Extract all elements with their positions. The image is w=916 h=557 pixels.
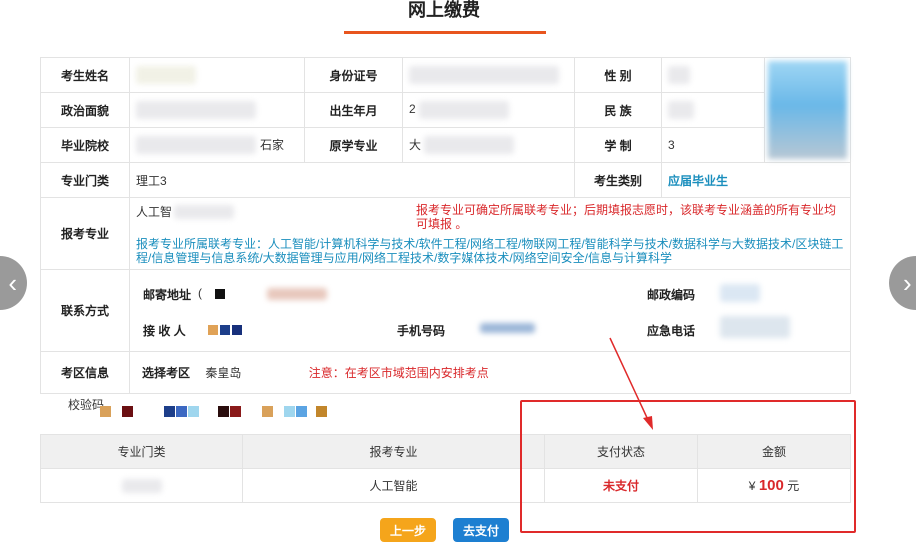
category-value: 理工3: [129, 162, 575, 198]
emergency-value: [720, 316, 790, 338]
contact-cell: 邮寄地址 ( 邮政编码 接 收 人 手机号码 应急电话: [129, 269, 851, 352]
orig-major-label: 原学专业: [304, 127, 403, 163]
apply-value: 人工智: [136, 203, 416, 220]
area-note: 注意：在考区市域范围内安排考点: [308, 366, 489, 380]
type-value: 应届毕业生: [661, 162, 851, 198]
select-area-label: 选择考区: [142, 366, 191, 380]
category-label: 专业门类: [40, 162, 130, 198]
type-label: 考生类别: [574, 162, 662, 198]
gender-label: 性 别: [574, 57, 662, 93]
ethnic-value: [661, 92, 765, 128]
receiver-label: 接 收 人: [143, 324, 186, 338]
duration-value: 3: [661, 127, 765, 163]
contact-label: 联系方式: [40, 269, 130, 352]
applicant-info-table: 考生姓名 身份证号 性 别 政治面貌 出生年月 2 民 族 毕业院校 石家 原学…: [40, 57, 851, 394]
applicant-photo: [764, 57, 851, 163]
school-label: 毕业院校: [40, 127, 130, 163]
exam-area-label: 考区信息: [40, 351, 130, 394]
highlight-box: [520, 400, 856, 533]
duration-label: 学 制: [574, 127, 662, 163]
politics-value: [129, 92, 305, 128]
gender-value: [661, 57, 765, 93]
apply-cell: 人工智 报考专业可确定所属联考专业；后期填报志愿时，该联考专业涵盖的所有专业均可…: [129, 197, 851, 270]
pay-header-category: 专业门类: [40, 434, 243, 469]
phone-value: [480, 320, 535, 334]
pay-category-value: [40, 468, 243, 503]
select-area-value[interactable]: 秦皇岛: [205, 364, 305, 381]
apply-note: 报考专业可确定所属联考专业；后期填报志愿时，该联考专业涵盖的所有专业均可填报 。: [416, 202, 837, 231]
prev-step-button[interactable]: 上一步: [380, 518, 436, 542]
id-value: [402, 57, 575, 93]
verify-code-label: 校验码: [68, 398, 105, 412]
annotation-arrow: [609, 337, 653, 430]
phone-label: 手机号码: [397, 324, 446, 338]
name-value: [129, 57, 305, 93]
chevron-left-icon[interactable]: ‹: [0, 256, 27, 310]
apply-label: 报考专业: [40, 197, 130, 270]
receiver-value: [208, 322, 244, 336]
postcode-label: 邮政编码: [647, 288, 696, 302]
ethnic-label: 民 族: [574, 92, 662, 128]
postcode-value: [720, 284, 760, 302]
mail-address-label: 邮寄地址: [143, 288, 192, 302]
apply-list: 报考专业所属联考专业：人工智能/计算机科学与技术/软件工程/网络工程/物联网工程…: [136, 236, 844, 265]
politics-label: 政治面貌: [40, 92, 130, 128]
name-label: 考生姓名: [40, 57, 130, 93]
school-value: 石家: [129, 127, 305, 163]
pay-major-value: 人工智能: [242, 468, 545, 503]
birth-label: 出生年月: [304, 92, 403, 128]
id-label: 身份证号: [304, 57, 403, 93]
orig-major-value: 大: [402, 127, 575, 163]
exam-area-cell: 选择考区 秦皇岛 注意：在考区市域范围内安排考点: [129, 351, 851, 394]
mail-address-value: (: [198, 286, 328, 300]
title-underline: [344, 31, 546, 34]
chevron-right-icon[interactable]: ›: [889, 256, 916, 310]
page-title: 网上缴费: [408, 0, 480, 20]
birth-value: 2: [402, 92, 575, 128]
pay-header-major: 报考专业: [242, 434, 545, 469]
go-pay-button[interactable]: 去支付: [453, 518, 509, 542]
